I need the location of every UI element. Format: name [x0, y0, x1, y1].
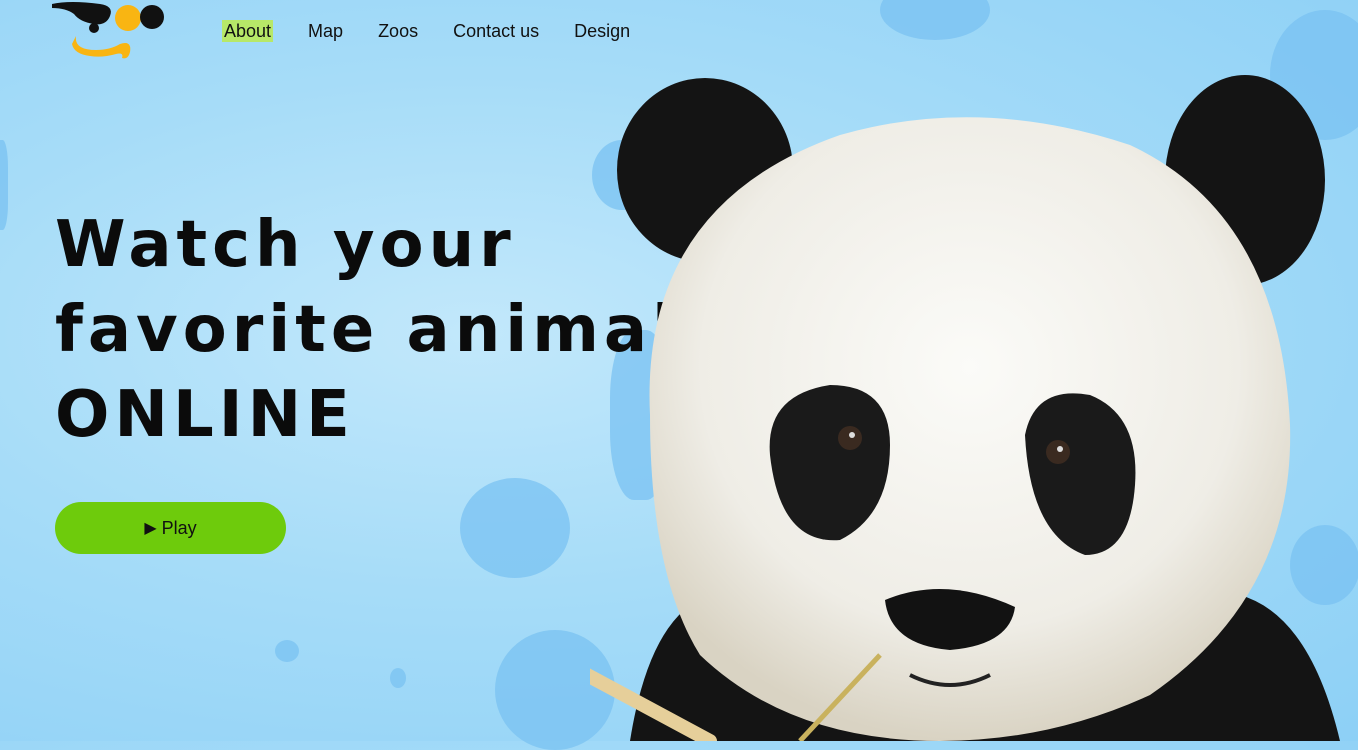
play-triangle-icon: ▶: [144, 520, 157, 537]
headline-line-1: Watch your: [55, 208, 516, 282]
nav-link-about[interactable]: About: [222, 20, 274, 42]
background-blob: [460, 478, 570, 578]
nav-link-design[interactable]: Design: [574, 20, 630, 42]
background-blob: [390, 668, 406, 688]
play-button-label: Play: [161, 517, 197, 538]
background-blob: [880, 0, 990, 40]
headline-line-2: favorite animal: [55, 293, 679, 367]
main-nav: About Map Zoos Contact us Design: [220, 20, 665, 42]
headline-line-3: ONLINE: [55, 378, 355, 452]
background-blob: [0, 140, 8, 230]
nav-link-contact-us[interactable]: Contact us: [453, 20, 539, 42]
play-button[interactable]: ▶ Play: [55, 502, 286, 554]
nav-link-map[interactable]: Map: [308, 20, 343, 42]
background-blob: [275, 640, 299, 662]
zoo-logo[interactable]: [52, 0, 166, 62]
panda-image: [590, 75, 1340, 741]
nav-link-zoos[interactable]: Zoos: [378, 20, 418, 42]
hero-headline: Watch your favorite animal ONLINE: [55, 203, 679, 458]
